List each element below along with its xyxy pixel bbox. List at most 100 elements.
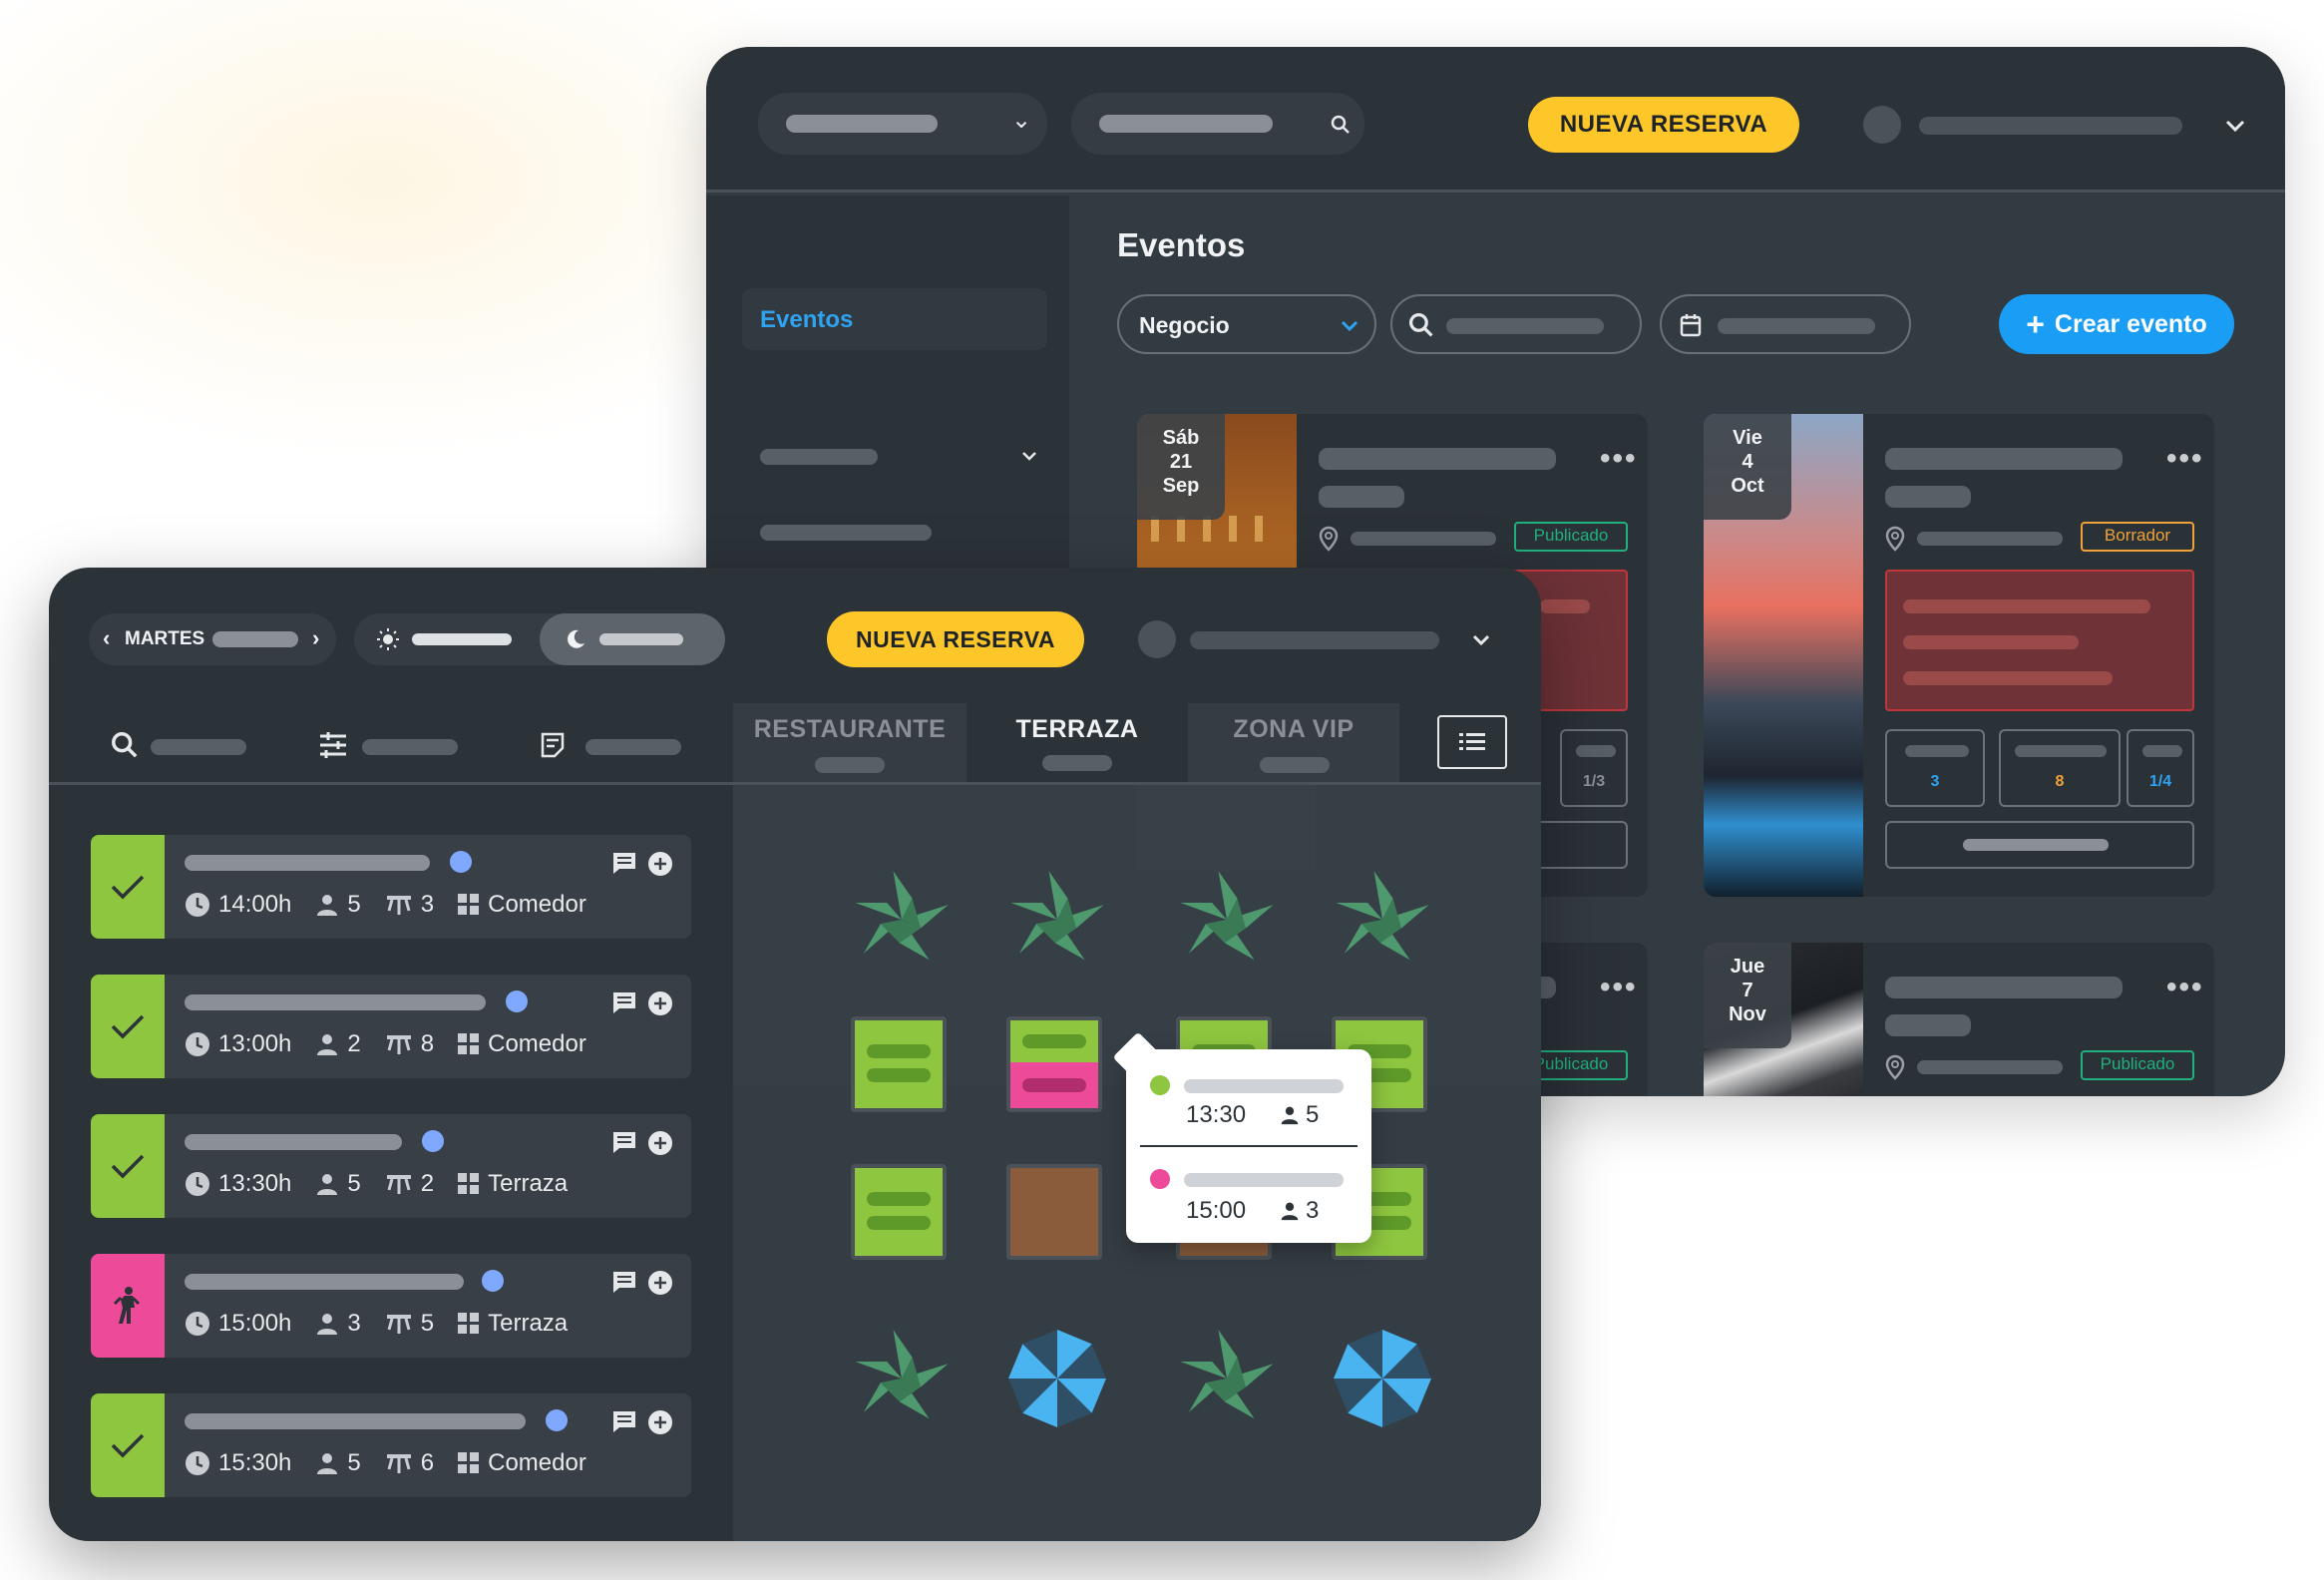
reservation-time: 14:00h: [218, 891, 292, 918]
add-icon[interactable]: [647, 1409, 673, 1435]
add-icon[interactable]: [647, 1130, 673, 1156]
filter-sliders-icon[interactable]: [318, 731, 348, 759]
plant-icon: [1010, 871, 1104, 961]
status-dot: [506, 990, 528, 1012]
event-action[interactable]: [1885, 821, 2194, 869]
list-view-button[interactable]: [1437, 715, 1507, 769]
event-month: Nov: [1729, 1003, 1766, 1025]
calendar-icon: [1680, 314, 1702, 337]
event-stat: 3: [1885, 729, 1985, 807]
status-badge: Borrador: [2081, 522, 2194, 552]
date-filter[interactable]: [1660, 294, 1911, 354]
zone-icon: [458, 1173, 480, 1194]
table-tooltip: 13:30 5 15:00 3: [1126, 1049, 1371, 1243]
top-bar: ⌄ NUEVA RESERVA: [706, 47, 2285, 193]
event-card[interactable]: Jue 7 Nov ••• Publicado: [1704, 943, 2214, 1096]
person-icon: [317, 1314, 338, 1335]
chevron-down-icon[interactable]: [2224, 119, 2246, 133]
reservation-zone: Terraza: [488, 1170, 569, 1197]
add-icon[interactable]: [647, 1270, 673, 1296]
new-reservation-button[interactable]: NUEVA RESERVA: [827, 611, 1084, 667]
reservation-table: 8: [420, 1030, 435, 1057]
create-event-label: Crear evento: [2054, 309, 2207, 338]
business-filter[interactable]: Negocio: [1117, 294, 1376, 354]
reservation-time: 13:00h: [218, 1030, 292, 1057]
event-day: Vie: [1733, 427, 1762, 449]
event-card[interactable]: Vie 4 Oct ••• Borrador 3 8 1/4: [1704, 414, 2214, 897]
event-description: [1885, 570, 2194, 711]
status-indicator: [91, 835, 165, 939]
zone-icon: [458, 1452, 480, 1473]
tab-label: RESTAURANTE: [753, 715, 947, 743]
umbrella-icon: [1008, 1330, 1106, 1427]
venue-select[interactable]: ⌄: [758, 93, 1047, 155]
person-icon: [317, 1174, 338, 1195]
chevron-right-icon[interactable]: ›: [312, 625, 319, 651]
search-input[interactable]: [1071, 93, 1364, 155]
plant-icon: [1336, 871, 1429, 961]
event-stat-value: 1/3: [1582, 773, 1606, 790]
sidebar-item-eventos[interactable]: Eventos: [742, 288, 1047, 350]
chevron-down-icon[interactable]: [1021, 451, 1037, 461]
status-indicator: [91, 1393, 165, 1497]
status-indicator: [91, 975, 165, 1078]
more-options-icon[interactable]: •••: [1600, 973, 1638, 1002]
comment-icon[interactable]: [611, 1130, 637, 1154]
reservation-card[interactable]: 15:30h 5 6 Comedor: [91, 1393, 691, 1497]
comment-icon[interactable]: [611, 851, 637, 875]
service-toggle[interactable]: [354, 613, 725, 665]
person-icon: [317, 1453, 338, 1474]
table[interactable]: [1006, 1016, 1102, 1112]
reservation-card[interactable]: 13:30h 5 2 Terraza: [91, 1114, 691, 1218]
event-month: Oct: [1731, 475, 1764, 497]
page-title: Eventos: [1117, 226, 1246, 263]
chevron-left-icon[interactable]: ‹: [103, 625, 110, 651]
event-search-input[interactable]: [1390, 294, 1642, 354]
walking-person-icon: [113, 1287, 141, 1324]
event-stat: 8: [1999, 729, 2121, 807]
reservation-time: 13:30h: [218, 1170, 292, 1197]
clock-icon: [186, 1032, 209, 1056]
avatar: [1138, 620, 1176, 658]
add-icon[interactable]: [647, 990, 673, 1016]
reservation-card[interactable]: 14:00h 5 3 Comedor: [91, 835, 691, 939]
add-icon[interactable]: [647, 851, 673, 877]
reservation-card[interactable]: 15:00h 3 5 Terraza: [91, 1254, 691, 1358]
create-event-button[interactable]: + Crear evento: [1999, 294, 2234, 354]
event-stat-value: 8: [2055, 773, 2065, 790]
event-stat-value: 3: [1930, 773, 1940, 790]
status-indicator: [91, 1114, 165, 1218]
tab-terraza[interactable]: TERRAZA: [968, 703, 1186, 783]
reservation-card[interactable]: 13:00h 2 8 Comedor: [91, 975, 691, 1078]
chevron-down-icon[interactable]: [1471, 633, 1491, 647]
comment-icon[interactable]: [611, 1270, 637, 1294]
status-badge: Publicado: [1514, 522, 1628, 552]
night-service-option[interactable]: [540, 613, 725, 665]
location-pin-icon: [1319, 526, 1339, 552]
tooltip-guests: 3: [1306, 1197, 1320, 1224]
comment-icon[interactable]: [611, 1409, 637, 1433]
notes-icon[interactable]: [540, 731, 566, 759]
more-options-icon[interactable]: •••: [2166, 444, 2204, 474]
table[interactable]: [1006, 1164, 1102, 1260]
check-icon: [111, 875, 145, 900]
event-date-badge: Jue 7 Nov: [1704, 943, 1791, 1048]
table[interactable]: [851, 1016, 947, 1112]
tab-zona-vip[interactable]: ZONA VIP: [1188, 703, 1399, 783]
table[interactable]: [851, 1164, 947, 1260]
tab-restaurante[interactable]: RESTAURANTE: [733, 703, 967, 783]
search-icon: [1331, 115, 1350, 134]
comment-icon[interactable]: [611, 990, 637, 1014]
plus-icon: +: [2026, 306, 2045, 342]
tooltip-time: 13:30: [1186, 1101, 1247, 1128]
search-icon[interactable]: [111, 731, 139, 759]
status-dot: [450, 851, 472, 873]
more-options-icon[interactable]: •••: [1600, 444, 1638, 474]
chevron-down-icon: [1341, 320, 1358, 332]
reservation-table: 5: [420, 1310, 435, 1337]
more-options-icon[interactable]: •••: [2166, 973, 2204, 1002]
reservation-table: 3: [420, 891, 435, 918]
new-reservation-button[interactable]: NUEVA RESERVA: [1528, 97, 1799, 153]
table-icon: [386, 1454, 411, 1473]
chevron-down-icon: ⌄: [1011, 107, 1032, 134]
